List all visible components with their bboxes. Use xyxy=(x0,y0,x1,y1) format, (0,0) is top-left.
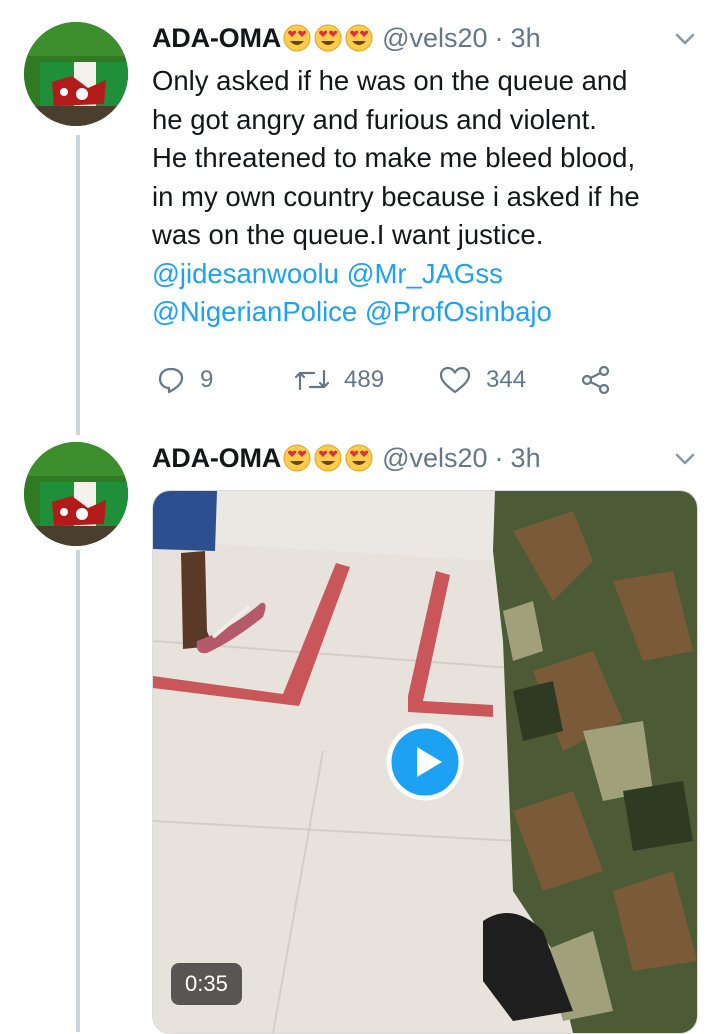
tweet-actions: 9 489 344 xyxy=(152,360,712,400)
video-player[interactable]: 0:35 xyxy=(152,490,698,1034)
retweet-button[interactable]: 489 xyxy=(294,360,384,400)
retweet-count: 489 xyxy=(344,366,385,393)
chevron-down-icon[interactable] xyxy=(672,446,698,472)
mention-line: @jidesanwoolu @Mr_JAGss xyxy=(152,255,712,294)
heart-eyes-emoji-icon xyxy=(283,444,311,472)
tweet-text-line: he got angry and furious and violent. xyxy=(152,103,597,135)
tweet-text: Only asked if he was on the queue and he… xyxy=(152,62,712,332)
reply-icon xyxy=(158,367,184,394)
play-icon[interactable] xyxy=(386,723,464,801)
heart-eyes-emoji-icon xyxy=(283,24,311,52)
display-name[interactable]: ADA-OMA xyxy=(152,443,281,474)
mention-link[interactable]: @Mr_JAGss xyxy=(347,258,503,289)
handle[interactable]: @vels20 xyxy=(382,23,487,54)
heart-icon xyxy=(439,366,471,394)
mention-link[interactable]: @ProfOsinbajo xyxy=(365,296,552,327)
separator-dot: · xyxy=(494,22,504,53)
tweet-header: ADA-OMA @vels20 · 3h xyxy=(152,18,541,58)
video-duration-badge: 0:35 xyxy=(171,963,242,1005)
avatar[interactable] xyxy=(24,442,128,546)
heart-eyes-emoji-icon xyxy=(345,24,373,52)
separator-dot: · xyxy=(494,442,504,473)
tweet-text-line: in my own country because i asked if he xyxy=(152,180,640,212)
tweet-text-line: Only asked if he was on the queue and xyxy=(152,65,628,96)
retweet-icon xyxy=(294,369,330,391)
mention-line: @NigerianPolice @ProfOsinbajo xyxy=(152,293,712,332)
chevron-down-icon[interactable] xyxy=(672,26,698,52)
heart-eyes-emoji-icon xyxy=(314,24,342,52)
like-count: 344 xyxy=(486,366,527,393)
timestamp[interactable]: 3h xyxy=(511,443,541,474)
avatar[interactable] xyxy=(24,22,128,126)
heart-eyes-emoji-icon xyxy=(345,444,373,472)
share-icon xyxy=(581,365,610,395)
reply-button[interactable]: 9 xyxy=(156,360,213,400)
timestamp[interactable]: 3h xyxy=(511,23,541,54)
mention-link[interactable]: @NigerianPolice xyxy=(152,296,357,327)
reply-count: 9 xyxy=(200,366,214,393)
tweet-header: ADA-OMA @vels20 · 3h xyxy=(152,438,541,478)
tweet[interactable]: ADA-OMA @vels20 · 3h Only asked if he wa… xyxy=(0,18,720,408)
tweet-text-line: was on the queue.I want justice. xyxy=(152,219,544,250)
tweet-text-line: He threatened to make me bleed blood, xyxy=(152,142,636,173)
handle[interactable]: @vels20 xyxy=(382,443,487,474)
display-name[interactable]: ADA-OMA xyxy=(152,23,281,54)
heart-eyes-emoji-icon xyxy=(314,444,342,472)
share-button[interactable] xyxy=(580,360,612,400)
like-button[interactable]: 344 xyxy=(438,360,526,400)
mention-link[interactable]: @jidesanwoolu xyxy=(152,258,339,289)
